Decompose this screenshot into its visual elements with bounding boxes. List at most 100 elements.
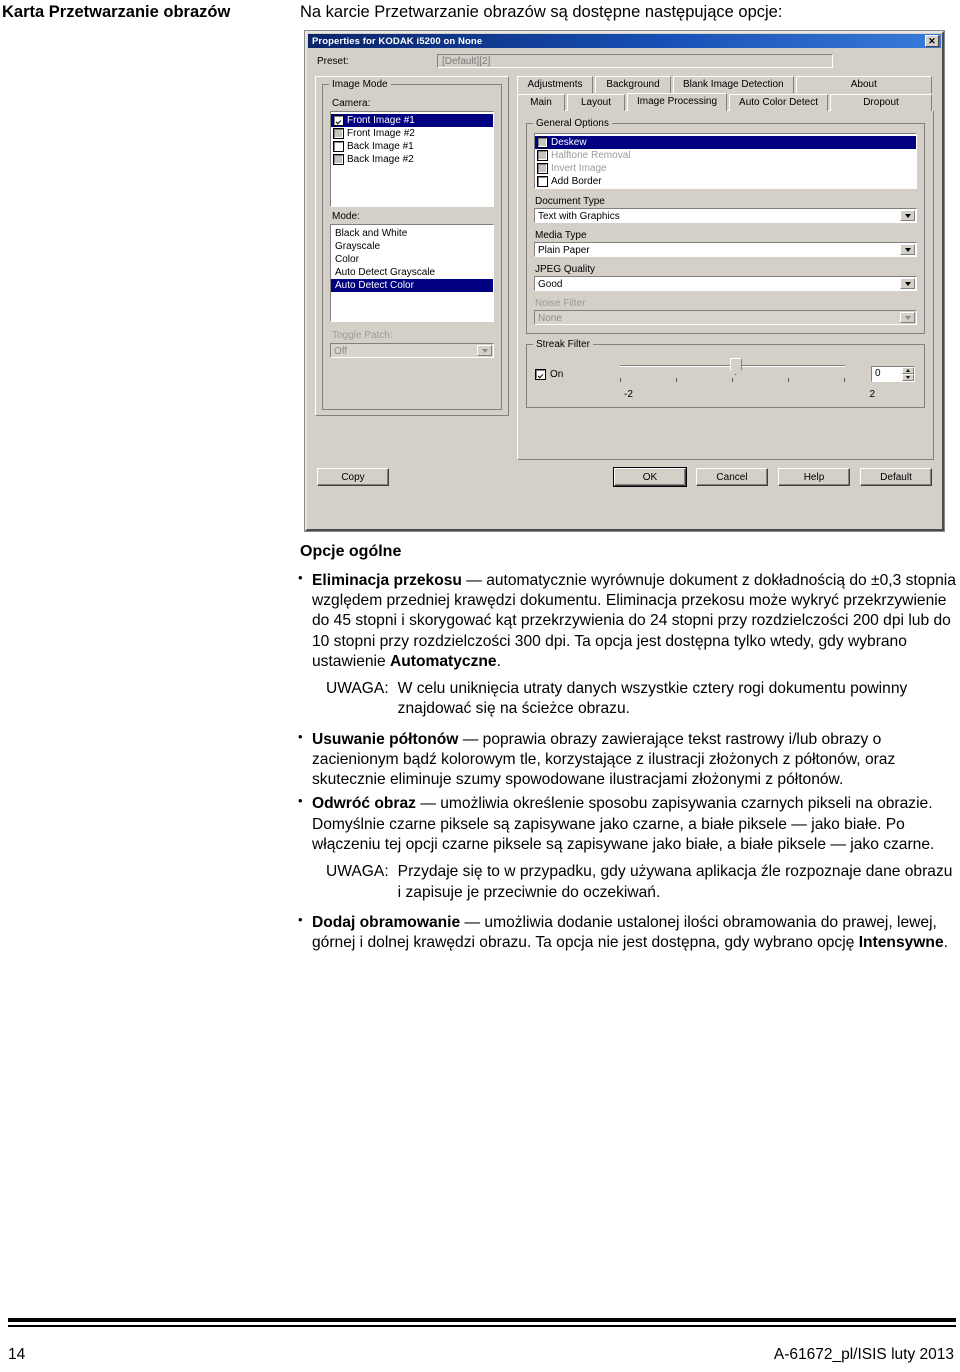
list-item: Usuwanie półtonów — poprawia obrazy zawi… (290, 729, 958, 791)
media-type-label: Media Type (535, 230, 587, 241)
document-code: A-61672_pl/ISIS luty 2013 (773, 1346, 954, 1363)
list-item[interactable]: Invert Image (535, 162, 916, 175)
list-item[interactable]: Add Border (535, 175, 916, 188)
tab-background[interactable]: Background (595, 76, 671, 93)
camera-listbox[interactable]: Front Image #1 Front Image #2 Back Image… (330, 111, 494, 207)
streak-slider[interactable] (608, 357, 863, 391)
jpeg-quality-label: JPEG Quality (535, 264, 596, 275)
document-type-select[interactable]: Text with Graphics (534, 208, 917, 223)
chevron-down-icon[interactable] (477, 345, 492, 356)
dialog-button-bar: Copy OK Cancel Help Default (307, 460, 942, 487)
stepper-down-icon[interactable] (902, 374, 914, 381)
deskew-tail: . (496, 652, 501, 670)
jpeg-quality-select[interactable]: Good (534, 276, 917, 291)
list-item[interactable]: Front Image #1 (331, 114, 493, 127)
tab-adjustments[interactable]: Adjustments (517, 76, 593, 93)
streak-on-label: On (550, 368, 564, 380)
copy-button[interactable]: Copy (317, 468, 389, 486)
list-item[interactable]: Halftone Removal (535, 149, 916, 162)
note-deskew: UWAGA: W celu uniknięcia utraty danych w… (326, 679, 958, 720)
checkbox-icon[interactable] (333, 128, 344, 139)
list-item[interactable]: Auto Detect Grayscale (331, 266, 493, 279)
list-item-label: Deskew (551, 137, 587, 148)
streak-value-stepper[interactable]: 0 (871, 366, 915, 382)
media-type-value: Plain Paper (538, 245, 590, 256)
tab-image-processing[interactable]: Image Processing (627, 93, 728, 111)
list-item[interactable]: Auto Detect Color (331, 279, 493, 292)
list-item-label: Back Image #1 (347, 141, 414, 152)
term-border: Dodaj obramowanie (312, 913, 461, 931)
noise-filter-select[interactable]: None (534, 310, 917, 325)
list-item-label: Halftone Removal (551, 150, 631, 161)
jpeg-quality-value: Good (538, 279, 563, 290)
tab-layout[interactable]: Layout (567, 94, 625, 111)
list-item[interactable]: Black and White (331, 227, 493, 240)
preset-label: Preset: (317, 55, 349, 67)
list-item-label: Black and White (335, 228, 408, 239)
toggle-patch-select[interactable]: Off (330, 343, 494, 358)
term-halftone: Usuwanie półtonów (312, 730, 459, 748)
list-item[interactable]: Back Image #2 (331, 153, 493, 166)
mode-listbox[interactable]: Black and White Grayscale Color Auto Det… (330, 224, 494, 322)
general-options-listbox[interactable]: Deskew Halftone Removal Invert Image Add… (534, 133, 917, 189)
media-type-select[interactable]: Plain Paper (534, 242, 917, 257)
noise-filter-value: None (538, 313, 562, 324)
image-processing-panel: General Options Deskew Halftone Removal (517, 110, 934, 460)
toggle-patch-value: Off (334, 346, 348, 357)
close-icon[interactable]: ✕ (925, 35, 939, 47)
stepper-up-icon[interactable] (902, 367, 914, 374)
note-text: Przydaje się to w przypadku, gdy używana… (397, 863, 953, 901)
tab-row-upper: Adjustments Background Blank Image Detec… (517, 76, 934, 93)
checkbox-icon[interactable] (333, 141, 344, 152)
cancel-button[interactable]: Cancel (696, 468, 768, 486)
note-label: UWAGA: (326, 680, 389, 698)
tab-about[interactable]: About (795, 76, 932, 93)
checkbox-icon[interactable] (537, 176, 548, 187)
list-item[interactable]: Back Image #1 (331, 140, 493, 153)
term-invert: Odwróć obraz (312, 795, 416, 813)
content-column: Na karcie Przetwarzanie obrazów są dostę… (290, 0, 958, 31)
note-label: UWAGA: (326, 863, 389, 881)
document-page: Karta Przetwarzanie obrazów Na karcie Pr… (0, 0, 960, 1372)
list-item[interactable]: Deskew (535, 136, 916, 149)
checkbox-icon[interactable] (333, 154, 344, 165)
streak-filter-row: On 0 (534, 354, 917, 391)
help-button[interactable]: Help (778, 468, 850, 486)
streak-on-checkbox-wrap[interactable]: On (535, 368, 600, 380)
general-options-legend: General Options (533, 118, 612, 129)
list-item: Odwróć obraz — umożliwia określenie spos… (290, 793, 958, 902)
chevron-down-icon[interactable] (900, 244, 915, 255)
term-intensive: Intensywne (858, 934, 944, 952)
default-button[interactable]: Default (860, 468, 932, 486)
streak-value[interactable]: 0 (872, 367, 902, 381)
checkbox-icon[interactable] (535, 368, 546, 380)
chevron-down-icon[interactable] (900, 312, 915, 323)
dialog-titlebar: Properties for KODAK i5200 on None ✕ (308, 34, 941, 48)
preset-field[interactable]: [Default][2] (437, 54, 833, 68)
dialog-body: Image Mode Camera: Front Image #1 Front … (307, 70, 942, 460)
tab-dropout[interactable]: Dropout (829, 94, 932, 111)
ok-button[interactable]: OK (613, 467, 687, 487)
chevron-down-icon[interactable] (900, 210, 915, 221)
list-item[interactable]: Color (331, 253, 493, 266)
mode-label: Mode: (332, 211, 360, 222)
tab-main[interactable]: Main (517, 94, 565, 111)
checkbox-icon[interactable] (537, 150, 548, 161)
list-item[interactable]: Front Image #2 (331, 127, 493, 140)
chevron-down-icon[interactable] (900, 278, 915, 289)
stepper-buttons[interactable] (902, 367, 914, 381)
options-list: Eliminacja przekosu — automatycznie wyró… (290, 570, 958, 954)
document-type-value: Text with Graphics (538, 211, 620, 222)
footer-rule-thin (8, 1325, 956, 1327)
checkbox-icon[interactable] (537, 137, 548, 148)
marginal-heading: Karta Przetwarzanie obrazów (2, 3, 231, 21)
slider-thumb[interactable] (729, 358, 742, 375)
checkbox-icon[interactable] (537, 163, 548, 174)
tab-auto-color-detect[interactable]: Auto Color Detect (729, 94, 828, 111)
list-item[interactable]: Grayscale (331, 240, 493, 253)
page-number: 14 (8, 1346, 26, 1363)
tab-blank-image-detection[interactable]: Blank Image Detection (673, 76, 794, 93)
scanner-properties-dialog: Properties for KODAK i5200 on None ✕ Pre… (305, 31, 944, 531)
tab-strip: Adjustments Background Blank Image Detec… (517, 76, 934, 111)
checkbox-icon[interactable] (333, 115, 344, 126)
